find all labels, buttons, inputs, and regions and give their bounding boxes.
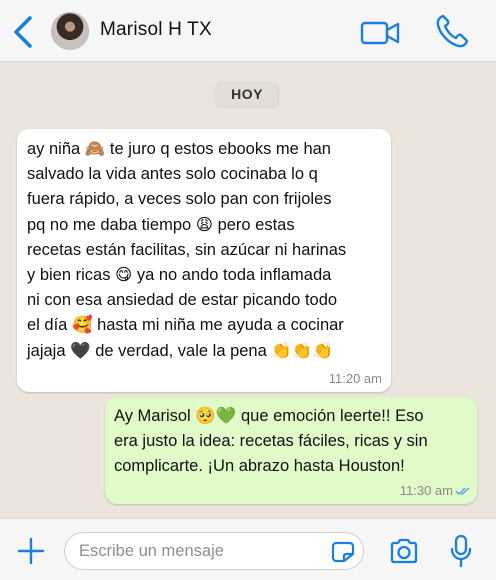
message-outgoing[interactable]: Ay Marisol 🥺💚 que emoción leerte!! Eso e… [105,397,477,504]
microphone-icon[interactable] [450,534,472,568]
message-text: ay niña 🙈 te juro q estos ebooks me han … [27,140,347,360]
camera-icon[interactable] [389,537,419,565]
message-timestamp: 11:20 am [328,371,382,386]
sticker-icon[interactable] [331,541,355,563]
message-incoming[interactable]: ay niña 🙈 te juro q estos ebooks me han … [17,129,391,392]
phone-icon[interactable] [434,12,470,50]
avatar[interactable] [51,12,89,50]
message-input-container[interactable] [64,532,364,570]
message-text: Ay Marisol 🥺💚 que emoción leerte!! Eso e… [114,407,428,476]
composer-bar [0,518,496,580]
date-separator: HOY [215,81,279,107]
contact-name[interactable]: Marisol H TX [100,19,212,41]
chat-header: Marisol H TX [0,0,496,62]
double-check-read-icon [455,487,470,495]
video-camera-icon[interactable] [359,18,401,48]
message-timestamp: 11:30 am [399,483,453,498]
plus-icon[interactable] [17,537,45,565]
chat-area[interactable]: HOY ay niña 🙈 te juro q estos ebooks me … [0,62,496,518]
chevron-left-icon[interactable] [8,14,38,50]
message-input[interactable] [79,540,324,562]
